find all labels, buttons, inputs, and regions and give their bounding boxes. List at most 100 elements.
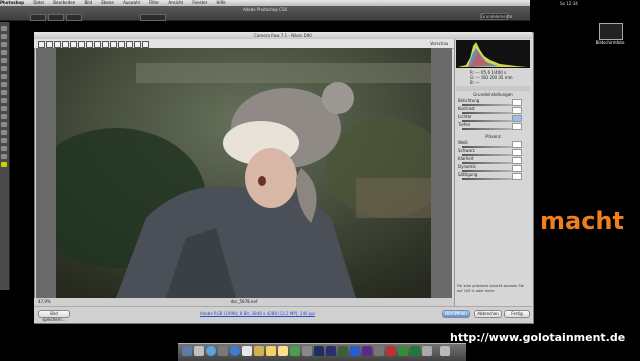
- crop-tool-icon[interactable]: [1, 58, 7, 63]
- zoom-level[interactable]: 47,9%: [38, 298, 51, 306]
- panel-tabs[interactable]: [456, 86, 530, 91]
- photo-preview[interactable]: [56, 48, 431, 298]
- blacks-value[interactable]: [512, 149, 522, 156]
- workspace-switcher[interactable]: Grundelemente: [480, 13, 512, 20]
- menu-ebene[interactable]: Ebene: [101, 0, 114, 5]
- menu-filter[interactable]: Filter: [149, 0, 159, 5]
- bridge-icon[interactable]: [326, 346, 336, 356]
- menu-datei[interactable]: Datei: [33, 0, 44, 5]
- workflow-options-link[interactable]: Adobe RGB (1998); 8 Bit; 2848 x 4288 (12…: [200, 311, 315, 316]
- menu-auswahl[interactable]: Auswahl: [123, 0, 140, 5]
- color-sampler-icon[interactable]: [62, 41, 69, 48]
- straighten-icon[interactable]: [86, 41, 93, 48]
- pen-tool-icon[interactable]: [1, 138, 7, 143]
- option-field[interactable]: [30, 14, 46, 21]
- lightroom-icon[interactable]: [338, 346, 348, 356]
- eyedropper-tool-icon[interactable]: [1, 66, 7, 71]
- app-icon[interactable]: [362, 346, 372, 356]
- stickies-icon[interactable]: [266, 346, 276, 356]
- marquee-tool-icon[interactable]: [1, 34, 7, 39]
- done-button[interactable]: Fertig: [504, 310, 530, 318]
- target-adjust-icon[interactable]: [70, 41, 77, 48]
- move-tool-icon[interactable]: [1, 26, 7, 31]
- contrast-value[interactable]: [512, 107, 522, 114]
- whites-value[interactable]: [512, 141, 522, 148]
- menu-photoshop[interactable]: Photoshop: [0, 0, 24, 5]
- graduated-filter-icon[interactable]: [118, 41, 125, 48]
- calendar-icon[interactable]: [242, 346, 252, 356]
- system-prefs-icon[interactable]: [302, 346, 312, 356]
- gradient-tool-icon[interactable]: [1, 114, 7, 119]
- saturation-value[interactable]: [512, 173, 522, 180]
- spot-removal-icon[interactable]: [94, 41, 101, 48]
- rotate-right-icon[interactable]: [142, 41, 149, 48]
- preview-status-bar: 47,9% dsc_5678.nef: [34, 298, 454, 306]
- folder-icon[interactable]: [278, 346, 288, 356]
- dodge-tool-icon[interactable]: [1, 130, 7, 135]
- menu-bearbeiten[interactable]: Bearbeiten: [53, 0, 75, 5]
- stamp-tool-icon[interactable]: [1, 90, 7, 95]
- screenshot-file-icon[interactable]: [599, 23, 623, 40]
- eraser-tool-icon[interactable]: [1, 106, 7, 111]
- crop-icon[interactable]: [78, 41, 85, 48]
- saturation-slider[interactable]: [462, 178, 516, 180]
- type-tool-icon[interactable]: [1, 146, 7, 151]
- rgb-b-line: B: ---: [470, 80, 480, 85]
- menu-fenster[interactable]: Fenster: [192, 0, 207, 5]
- menu-bild[interactable]: Bild: [85, 0, 93, 5]
- rotate-left-icon[interactable]: [134, 41, 141, 48]
- vibrance-value[interactable]: [512, 165, 522, 172]
- photoshop-icon[interactable]: [314, 346, 324, 356]
- open-image-button[interactable]: Bild öffnen: [442, 310, 470, 318]
- app-icon[interactable]: [386, 346, 396, 356]
- word-icon[interactable]: [350, 346, 360, 356]
- brush-tool-icon[interactable]: [1, 82, 7, 87]
- histogram-graph: [458, 42, 528, 67]
- app-icon[interactable]: [374, 346, 384, 356]
- toolbox: [0, 22, 10, 290]
- excel-icon[interactable]: [410, 346, 420, 356]
- exposure-value[interactable]: [512, 99, 522, 106]
- app-title: Adobe Photoshop CS6: [242, 7, 288, 12]
- downloads-icon[interactable]: [422, 346, 432, 356]
- hand-tool-icon[interactable]: [46, 41, 53, 48]
- app-icon[interactable]: [398, 346, 408, 356]
- history-brush-icon[interactable]: [1, 98, 7, 103]
- lasso-tool-icon[interactable]: [1, 42, 7, 47]
- finder-icon[interactable]: [182, 346, 192, 356]
- preferences-icon[interactable]: [126, 41, 133, 48]
- menu-hilfe[interactable]: Hilfe: [217, 0, 226, 5]
- dialog-title: Camera Raw 7.1 - Nikon D90: [34, 32, 532, 39]
- shadows-slider[interactable]: [462, 128, 516, 130]
- clarity-value[interactable]: [512, 157, 522, 164]
- path-tool-icon[interactable]: [1, 154, 7, 159]
- blur-tool-icon[interactable]: [1, 122, 7, 127]
- panel-footer-note: Für eine präzisere Ansicht zoomen Sie au…: [457, 284, 524, 293]
- notes-icon[interactable]: [254, 346, 264, 356]
- option-field[interactable]: [48, 14, 64, 21]
- white-balance-tool-icon[interactable]: [54, 41, 61, 48]
- itunes-icon[interactable]: [290, 346, 300, 356]
- cancel-button[interactable]: Abbrechen: [474, 310, 502, 318]
- color-swatch-icon[interactable]: [1, 162, 7, 167]
- trash-icon[interactable]: [440, 346, 450, 356]
- option-field[interactable]: [66, 14, 82, 21]
- overlay-url: http://www.golotainment.de: [450, 331, 626, 344]
- preview-checkbox[interactable]: Vorschau: [430, 41, 448, 46]
- adjustment-brush-icon[interactable]: [110, 41, 117, 48]
- histogram: [456, 40, 530, 68]
- option-dropdown[interactable]: [140, 14, 166, 21]
- filename: dsc_5678.nef: [230, 299, 258, 304]
- mail-icon[interactable]: [218, 346, 228, 356]
- zoom-tool-icon[interactable]: [38, 41, 45, 48]
- safari-icon[interactable]: [206, 346, 216, 356]
- appstore-icon[interactable]: [230, 346, 240, 356]
- save-image-button[interactable]: Bild speichern...: [38, 310, 70, 322]
- menu-ansicht[interactable]: Ansicht: [168, 0, 183, 5]
- red-eye-icon[interactable]: [102, 41, 109, 48]
- healing-tool-icon[interactable]: [1, 74, 7, 79]
- shadows-value[interactable]: [512, 123, 522, 130]
- wand-tool-icon[interactable]: [1, 50, 7, 55]
- launchpad-icon[interactable]: [194, 346, 204, 356]
- highlights-value[interactable]: [512, 115, 522, 122]
